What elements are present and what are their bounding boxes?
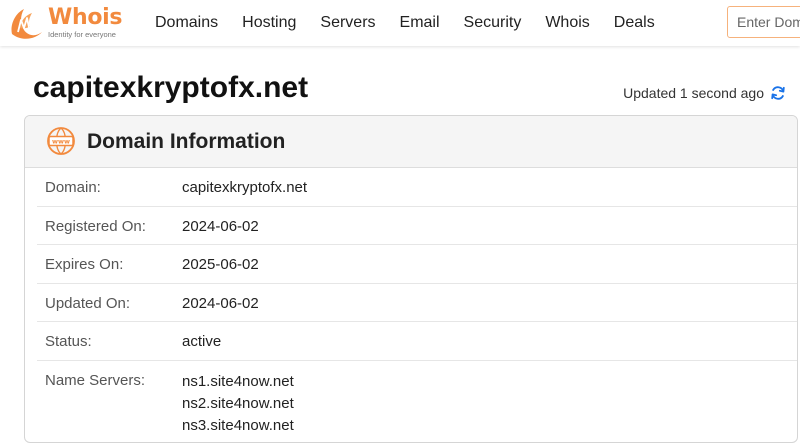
main-nav: Domains Hosting Servers Email Security W… — [155, 0, 679, 46]
info-row-updated: Updated On: 2024-06-02 — [37, 284, 797, 323]
www-icon-text: www — [52, 138, 70, 146]
updated-status: Updated 1 second ago — [623, 85, 786, 101]
logo-tagline: Identity for everyone — [48, 30, 116, 39]
info-row-expires: Expires On: 2025-06-02 — [37, 245, 797, 284]
domain-search-input[interactable] — [727, 6, 800, 38]
nav-hosting[interactable]: Hosting — [242, 0, 296, 46]
whois-logo-icon — [11, 9, 42, 39]
nav-security[interactable]: Security — [464, 0, 522, 46]
refresh-icon[interactable] — [770, 85, 786, 101]
info-label: Registered On: — [45, 217, 146, 235]
info-value: 2025-06-02 — [182, 256, 259, 274]
nav-email[interactable]: Email — [400, 0, 440, 46]
name-server-item: ns2.site4now.net — [182, 394, 294, 412]
site-header: Whois Identity for everyone Domains Host… — [0, 0, 800, 46]
page-title: capitexkryptofx.net — [33, 71, 309, 104]
domain-info-card: www Domain Information Domain: capitexkr… — [24, 115, 798, 443]
info-value: 2024-06-02 — [182, 217, 259, 235]
domain-info-list: Domain: capitexkryptofx.net Registered O… — [25, 168, 797, 434]
info-row-status: Status: active — [37, 322, 797, 361]
nav-servers[interactable]: Servers — [320, 0, 375, 46]
name-server-item: ns3.site4now.net — [182, 416, 294, 434]
name-server-item: ns1.site4now.net — [182, 372, 294, 390]
info-value: 2024-06-02 — [182, 294, 259, 312]
nav-domains[interactable]: Domains — [155, 0, 218, 46]
updated-text: Updated 1 second ago — [623, 85, 764, 101]
info-label: Updated On: — [45, 294, 131, 312]
www-globe-icon: www — [47, 127, 75, 155]
info-row-registered: Registered On: 2024-06-02 — [37, 207, 797, 246]
nav-deals[interactable]: Deals — [614, 0, 655, 46]
info-value: capitexkryptofx.net — [182, 179, 308, 196]
info-label: Domain: — [45, 179, 101, 196]
card-title: Domain Information — [87, 130, 286, 153]
info-row-domain: Domain: capitexkryptofx.net — [37, 168, 797, 207]
name-server-list: ns1.site4now.net ns2.site4now.net ns3.si… — [182, 371, 294, 437]
nav-whois[interactable]: Whois — [545, 0, 589, 46]
info-label: Name Servers: — [45, 371, 146, 389]
logo-wordmark: Whois — [48, 5, 123, 30]
card-header: www Domain Information — [25, 116, 797, 168]
whois-logo[interactable]: Whois Identity for everyone — [8, 6, 130, 40]
info-label: Status: — [45, 333, 92, 351]
info-label: Expires On: — [45, 256, 124, 274]
status-value: active — [182, 333, 222, 351]
